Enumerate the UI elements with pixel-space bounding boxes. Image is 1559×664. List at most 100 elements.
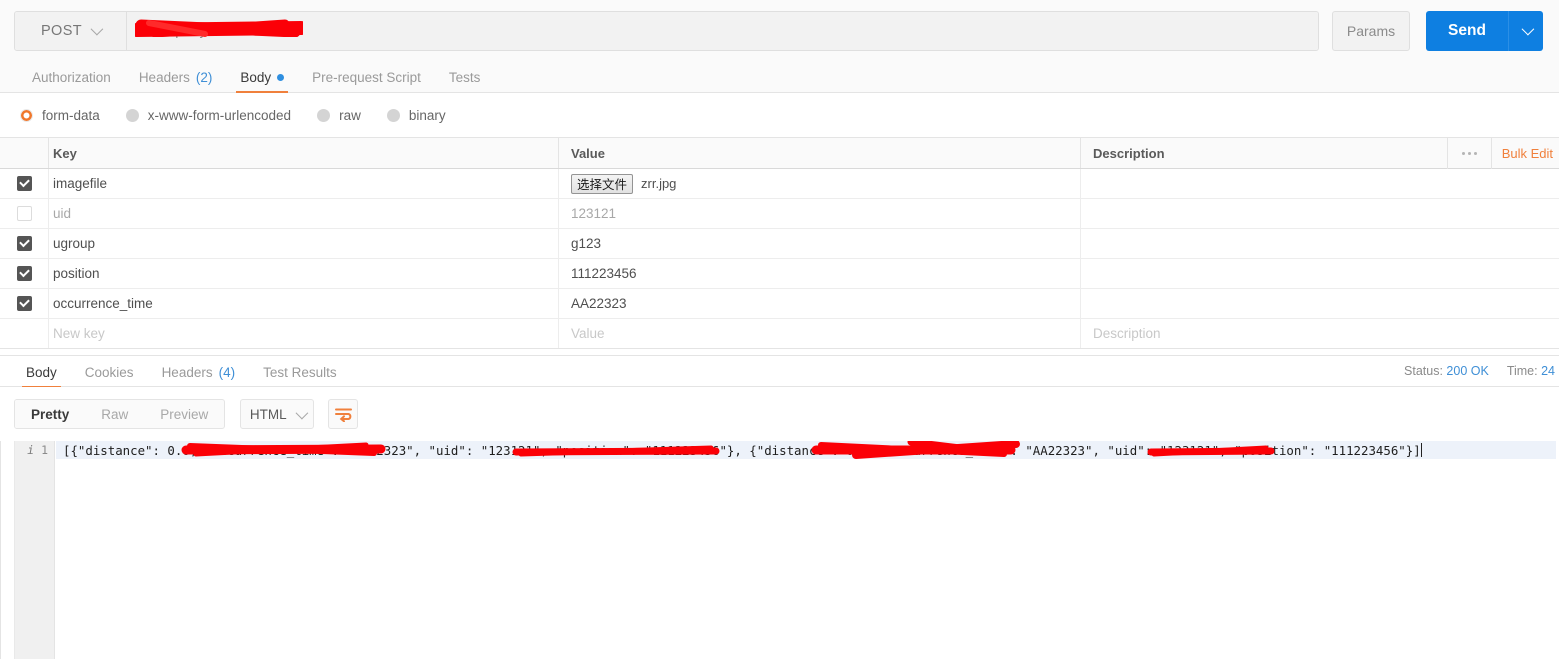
row-value-text: 123121 bbox=[571, 206, 617, 221]
row-enable-checkbox[interactable] bbox=[0, 266, 48, 281]
tab-headers[interactable]: Headers (2) bbox=[125, 61, 227, 93]
checkbox-checked-icon bbox=[16, 176, 32, 191]
status-value: 200 OK bbox=[1446, 364, 1489, 378]
row-enable-checkbox[interactable] bbox=[0, 296, 48, 311]
body-type-label: raw bbox=[339, 107, 361, 123]
text-cursor bbox=[1420, 443, 1423, 457]
new-key-input[interactable]: New key bbox=[48, 319, 558, 348]
row-description-cell[interactable] bbox=[1080, 199, 1559, 228]
params-label: Params bbox=[1346, 22, 1396, 39]
postman-window: POST face/query Params Send Authorizatio… bbox=[0, 0, 1559, 664]
checkbox-unchecked-icon bbox=[16, 206, 32, 221]
request-url-bar: POST face/query Params Send bbox=[0, 0, 1559, 61]
table-row[interactable]: imagefile 选择文件 zrr.jpg bbox=[0, 169, 1559, 199]
line-number: 1 bbox=[41, 443, 48, 457]
body-type-form-data[interactable]: form-data bbox=[20, 108, 100, 123]
chevron-down-icon bbox=[1521, 22, 1534, 36]
word-wrap-toggle[interactable] bbox=[328, 399, 359, 429]
send-options-button[interactable] bbox=[1508, 10, 1543, 51]
row-key-cell[interactable]: ugroup bbox=[48, 229, 558, 258]
view-raw[interactable]: Raw bbox=[85, 400, 144, 428]
row-description-cell[interactable] bbox=[1080, 259, 1559, 288]
row-value-cell[interactable]: g123 bbox=[558, 229, 1080, 258]
row-value-text: 111223456 bbox=[571, 266, 637, 281]
header-value: Value bbox=[558, 138, 1080, 168]
modified-dot-icon bbox=[277, 73, 285, 81]
response-body-editor[interactable]: i 1 [{"distance": 0.0, "occurrence_time"… bbox=[14, 441, 1559, 664]
http-method-label: POST bbox=[40, 22, 83, 39]
row-description-cell[interactable] bbox=[1080, 169, 1559, 198]
more-options-icon[interactable] bbox=[1446, 138, 1491, 169]
response-tab-headers[interactable]: Headers (4) bbox=[148, 356, 250, 388]
row-key-cell[interactable]: occurrence_time bbox=[48, 289, 558, 318]
choose-file-button[interactable]: 选择文件 bbox=[571, 173, 634, 194]
chevron-down-icon bbox=[295, 406, 308, 419]
row-description-cell[interactable] bbox=[1080, 229, 1559, 258]
tab-tests[interactable]: Tests bbox=[435, 61, 495, 93]
response-format-select[interactable]: HTML bbox=[240, 399, 315, 429]
response-code-line[interactable]: [{"distance": 0.0, "occurrence_time": "A… bbox=[56, 441, 1556, 459]
row-key-text: uid bbox=[53, 206, 72, 221]
table-header-row: Key Value Description Bulk Edit bbox=[0, 138, 1559, 169]
row-value-cell[interactable]: 111223456 bbox=[558, 259, 1080, 288]
table-row[interactable]: occurrence_time AA22323 bbox=[0, 289, 1559, 319]
table-header-actions: Bulk Edit bbox=[1446, 138, 1559, 169]
row-key-cell[interactable]: uid bbox=[48, 199, 558, 228]
new-value-placeholder: Value bbox=[571, 326, 605, 341]
response-format-label: HTML bbox=[249, 406, 287, 422]
time-indicator: Time: 24 bbox=[1507, 364, 1555, 378]
tab-count: (2) bbox=[195, 69, 213, 85]
table-row[interactable]: position 111223456 bbox=[0, 259, 1559, 289]
status-indicator: Status: 200 OK bbox=[1404, 364, 1489, 378]
response-tab-test-results[interactable]: Test Results bbox=[249, 356, 351, 388]
row-value-text: g123 bbox=[571, 236, 602, 251]
http-method-select[interactable]: POST bbox=[15, 11, 126, 50]
row-key-text: ugroup bbox=[53, 236, 96, 251]
response-tabs: Body Cookies Headers (4) Test Results bbox=[0, 355, 1559, 388]
tab-body[interactable]: Body bbox=[226, 61, 298, 93]
window-bottom-edge bbox=[0, 659, 1559, 664]
send-label: Send bbox=[1448, 21, 1486, 39]
row-key-cell[interactable]: imagefile bbox=[48, 169, 558, 198]
tab-label: Test Results bbox=[263, 364, 337, 380]
response-view-switcher: Pretty Raw Preview bbox=[14, 399, 226, 429]
response-tab-body[interactable]: Body bbox=[12, 356, 71, 388]
table-row[interactable]: ugroup g123 bbox=[0, 229, 1559, 259]
body-type-binary[interactable]: binary bbox=[386, 108, 446, 123]
row-value-cell[interactable]: 123121 bbox=[558, 199, 1080, 228]
new-value-input[interactable]: Value bbox=[558, 319, 1080, 348]
row-enable-checkbox[interactable] bbox=[0, 176, 48, 191]
row-value-cell[interactable]: AA22323 bbox=[558, 289, 1080, 318]
table-row[interactable]: uid 123121 bbox=[0, 199, 1559, 229]
row-description-cell[interactable] bbox=[1080, 289, 1559, 318]
tab-pre-request-script[interactable]: Pre-request Script bbox=[298, 61, 435, 93]
copy-response-button[interactable] bbox=[1515, 396, 1559, 436]
send-button[interactable]: Send bbox=[1426, 10, 1508, 51]
view-pretty[interactable]: Pretty bbox=[15, 400, 86, 428]
info-marker-icon: i bbox=[27, 443, 35, 457]
body-type-raw[interactable]: raw bbox=[317, 108, 361, 123]
tab-label: Cookies bbox=[84, 364, 134, 380]
params-button[interactable]: Params bbox=[1332, 10, 1410, 51]
editor-gutter: i 1 bbox=[15, 441, 55, 664]
row-enable-checkbox[interactable] bbox=[0, 206, 48, 221]
gutter-line-1: i 1 bbox=[15, 441, 54, 459]
body-type-label: form-data bbox=[42, 107, 100, 123]
row-key-text: occurrence_time bbox=[53, 296, 153, 311]
view-preview[interactable]: Preview bbox=[144, 400, 224, 428]
bulk-edit-link[interactable]: Bulk Edit bbox=[1490, 138, 1559, 169]
response-tab-cookies[interactable]: Cookies bbox=[71, 356, 148, 388]
row-value-cell[interactable]: 选择文件 zrr.jpg bbox=[558, 169, 1080, 198]
tab-authorization[interactable]: Authorization bbox=[18, 61, 125, 93]
table-new-row[interactable]: New key Value Description bbox=[0, 319, 1559, 349]
form-data-table: Key Value Description Bulk Edit imagefil… bbox=[0, 137, 1559, 349]
row-value-text: AA22323 bbox=[571, 296, 627, 311]
word-wrap-icon bbox=[334, 408, 352, 422]
body-type-urlencoded[interactable]: x-www-form-urlencoded bbox=[125, 108, 291, 123]
row-enable-checkbox[interactable] bbox=[0, 236, 48, 251]
response-meta: Status: 200 OK Time: 24 bbox=[1404, 355, 1559, 387]
row-key-cell[interactable]: position bbox=[48, 259, 558, 288]
new-description-input[interactable]: Description bbox=[1080, 319, 1559, 348]
url-input[interactable]: face/query bbox=[126, 11, 1318, 50]
tab-label: Pre-request Script bbox=[312, 69, 421, 85]
